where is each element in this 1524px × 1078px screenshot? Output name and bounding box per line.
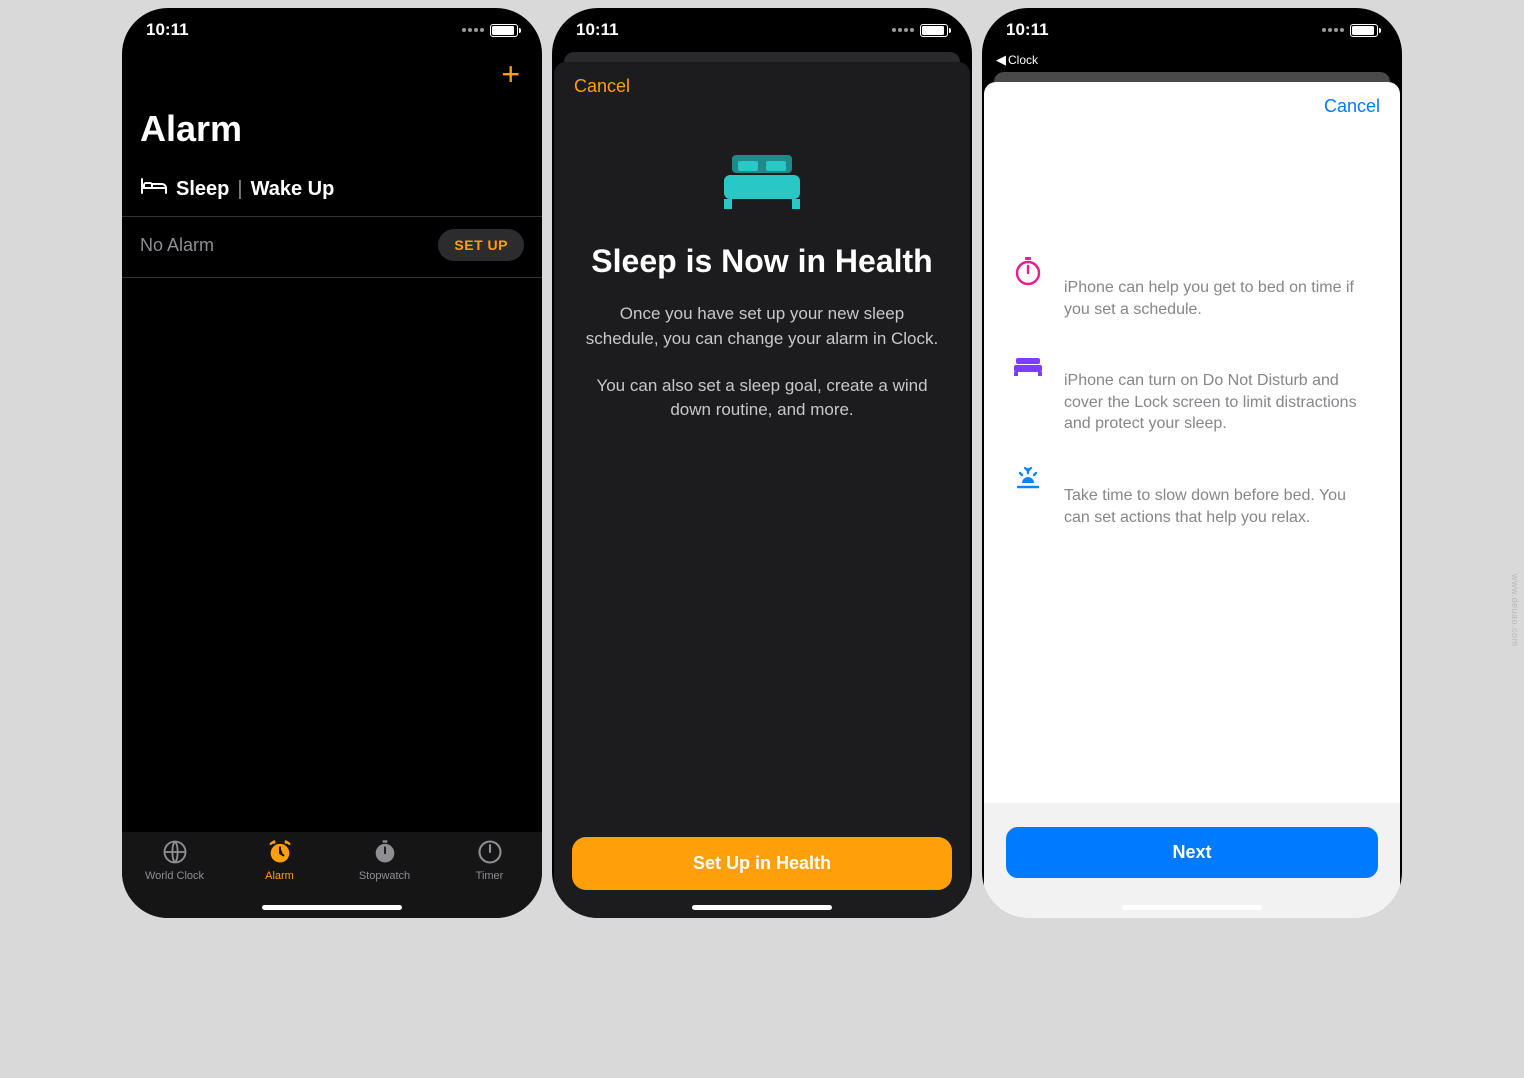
card-behind (994, 72, 1390, 82)
bed-large-icon (718, 151, 806, 218)
bed-purple-icon (1012, 348, 1044, 385)
tab-world-clock[interactable]: World Clock (122, 838, 227, 918)
modal-sheet: Cancel Your Devices Can Help With Your S… (984, 82, 1400, 918)
feature-list: Sleep Schedule iPhone can help you get t… (984, 253, 1400, 803)
signal-dots-icon (892, 28, 914, 32)
home-indicator[interactable] (1122, 905, 1262, 910)
feature-desc: Take time to slow down before bed. You c… (1064, 485, 1372, 528)
stopwatch-pink-icon (1012, 255, 1044, 292)
status-time: 10:11 (576, 20, 619, 40)
feature-title: Sleep Mode (1064, 346, 1372, 366)
sheet-title: Your Devices Can Help With Your Sleep (984, 131, 1400, 253)
setup-in-health-button[interactable]: Set Up in Health (572, 837, 952, 890)
phone-alarm-screen: 10:11 + Alarm Sleep | Wake Up No Alarm S… (122, 8, 542, 918)
modal-sheet: Cancel Sleep is Now in Health Once you h… (554, 62, 970, 918)
timer-icon (476, 838, 504, 866)
nav-actions: + (122, 52, 542, 90)
home-indicator[interactable] (262, 905, 402, 910)
sheet-body: Sleep is Now in Health Once you have set… (554, 111, 970, 819)
back-label: Clock (1008, 53, 1038, 67)
tab-label: Stopwatch (359, 870, 410, 882)
status-bar: 10:11 (982, 8, 1402, 52)
sheet-title: Sleep is Now in Health (591, 242, 932, 280)
sheet-nav: Cancel (554, 62, 970, 111)
cancel-button[interactable]: Cancel (1324, 96, 1380, 117)
phone-devices-help-sheet: 10:11 ◀Clock Cancel Your Devices Can Hel… (982, 8, 1402, 918)
tab-label: World Clock (145, 870, 204, 882)
next-button[interactable]: Next (1006, 827, 1378, 878)
feature-sleep-mode: Sleep Mode iPhone can turn on Do Not Dis… (1012, 346, 1372, 435)
feature-desc: iPhone can help you get to bed on time i… (1064, 277, 1372, 320)
feature-sleep-schedule: Sleep Schedule iPhone can help you get t… (1012, 253, 1372, 320)
sheet-footer: Set Up in Health (554, 819, 970, 918)
no-alarm-row: No Alarm SET UP (122, 217, 542, 278)
battery-icon (920, 24, 948, 37)
sheet-paragraph-1: Once you have set up your new sleep sche… (582, 302, 942, 351)
sunset-icon (1012, 463, 1044, 500)
card-behind (564, 52, 960, 62)
status-bar: 10:11 (122, 8, 542, 52)
sheet-nav: Cancel (984, 82, 1400, 131)
cancel-button[interactable]: Cancel (574, 76, 630, 96)
home-indicator[interactable] (692, 905, 832, 910)
signal-dots-icon (1322, 28, 1344, 32)
sleep-section-header: Sleep | Wake Up (122, 174, 542, 217)
no-alarm-label: No Alarm (140, 235, 214, 256)
feature-title: Wind Down (1064, 461, 1372, 481)
globe-icon (161, 838, 189, 866)
signal-dots-icon (462, 28, 484, 32)
feature-title: Sleep Schedule (1064, 253, 1372, 273)
wake-label: Wake Up (251, 178, 335, 201)
tab-label: Alarm (265, 870, 294, 882)
status-right (892, 24, 948, 37)
status-bar: 10:11 (552, 8, 972, 52)
tab-timer[interactable]: Timer (437, 838, 542, 918)
bed-icon (140, 174, 168, 204)
status-right (462, 24, 518, 37)
battery-icon (1350, 24, 1378, 37)
back-chevron-icon: ◀ (996, 52, 1006, 67)
alarm-clock-icon (266, 838, 294, 866)
sheet-footer: Next (984, 803, 1400, 918)
setup-button[interactable]: SET UP (438, 229, 524, 261)
add-alarm-button[interactable]: + (501, 58, 520, 90)
stopwatch-icon (371, 838, 399, 866)
status-time: 10:11 (146, 20, 189, 40)
sleep-label: Sleep (176, 178, 229, 201)
feature-desc: iPhone can turn on Do Not Disturb and co… (1064, 370, 1372, 435)
section-divider: | (237, 178, 242, 201)
feature-wind-down: Wind Down Take time to slow down before … (1012, 461, 1372, 528)
tab-label: Timer (476, 870, 504, 882)
sheet-paragraph-2: You can also set a sleep goal, create a … (582, 374, 942, 423)
page-title: Alarm (122, 90, 542, 174)
status-right (1322, 24, 1378, 37)
status-time: 10:11 (1006, 20, 1049, 40)
phone-sleep-health-sheet: 10:11 Cancel Sleep is Now in Health Once… (552, 8, 972, 918)
battery-icon (490, 24, 518, 37)
back-to-clock[interactable]: ◀Clock (982, 52, 1402, 72)
